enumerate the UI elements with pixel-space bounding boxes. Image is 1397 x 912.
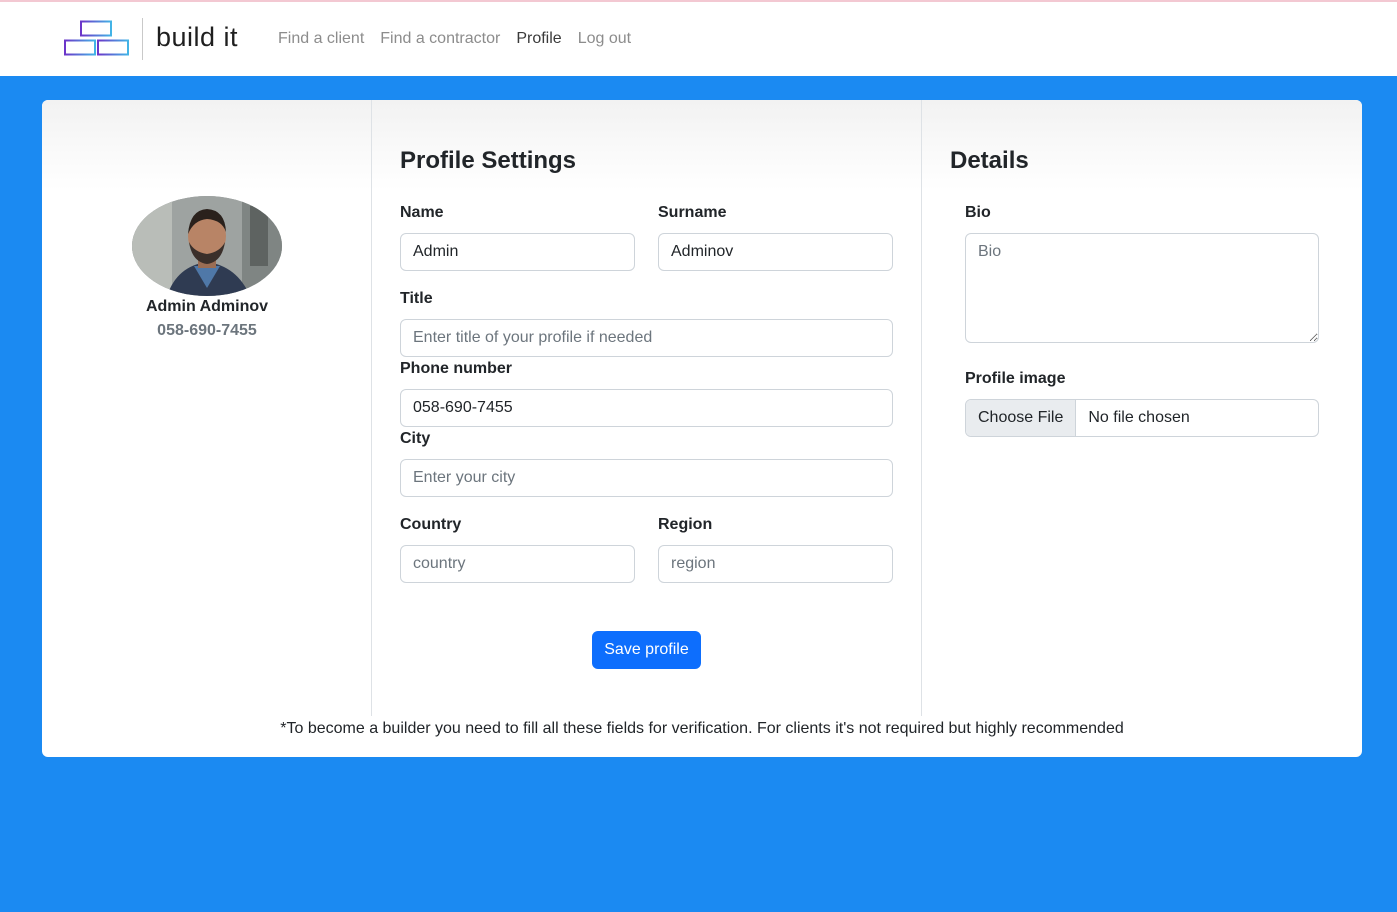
- profile-card: Admin Adminov 058-690-7455 Profile Setti…: [42, 100, 1362, 757]
- country-label: Country: [400, 516, 462, 533]
- name-label: Name: [400, 204, 444, 221]
- brick-logo-icon[interactable]: [62, 20, 130, 58]
- profile-phone: 058-690-7455: [157, 322, 257, 339]
- nav-profile[interactable]: Profile: [516, 30, 561, 48]
- nav-log-out[interactable]: Log out: [578, 30, 631, 48]
- title-input[interactable]: [400, 319, 893, 357]
- logo-divider: [142, 18, 143, 60]
- profile-image-label: Profile image: [965, 370, 1066, 387]
- brand-name[interactable]: build it: [156, 22, 238, 53]
- city-label: City: [400, 430, 431, 447]
- avatar-photo: [132, 196, 282, 296]
- title-label: Title: [400, 290, 433, 307]
- country-input[interactable]: [400, 545, 635, 583]
- nav-links: Find a client Find a contractor Profile …: [278, 30, 647, 48]
- bio-textarea[interactable]: [965, 233, 1319, 343]
- verification-footnote: *To become a builder you need to fill al…: [280, 720, 1124, 737]
- avatar: [132, 196, 282, 296]
- profile-name: Admin Adminov: [145, 298, 269, 315]
- nav-find-client[interactable]: Find a client: [278, 30, 364, 48]
- surname-input[interactable]: [658, 233, 893, 271]
- nav-find-contractor[interactable]: Find a contractor: [380, 30, 500, 48]
- name-input[interactable]: [400, 233, 635, 271]
- phone-input[interactable]: [400, 389, 893, 427]
- card-header-fade: [42, 100, 1362, 190]
- phone-label: Phone number: [400, 360, 513, 377]
- profile-settings-title: Profile Settings: [400, 147, 577, 174]
- save-profile-button[interactable]: Save profile: [592, 631, 701, 669]
- city-input[interactable]: [400, 459, 893, 497]
- region-input[interactable]: [658, 545, 893, 583]
- details-title: Details: [950, 147, 1029, 174]
- column-divider-left: [371, 100, 372, 716]
- column-divider-right: [921, 100, 922, 716]
- surname-label: Surname: [658, 204, 727, 221]
- file-status-text: No file chosen: [1088, 409, 1190, 426]
- navbar: build it Find a client Find a contractor…: [0, 2, 1397, 76]
- bio-label: Bio: [965, 204, 991, 221]
- region-label: Region: [658, 516, 713, 533]
- choose-file-button[interactable]: Choose File: [966, 400, 1077, 436]
- profile-image-file-input[interactable]: Choose File No file chosen: [965, 399, 1319, 437]
